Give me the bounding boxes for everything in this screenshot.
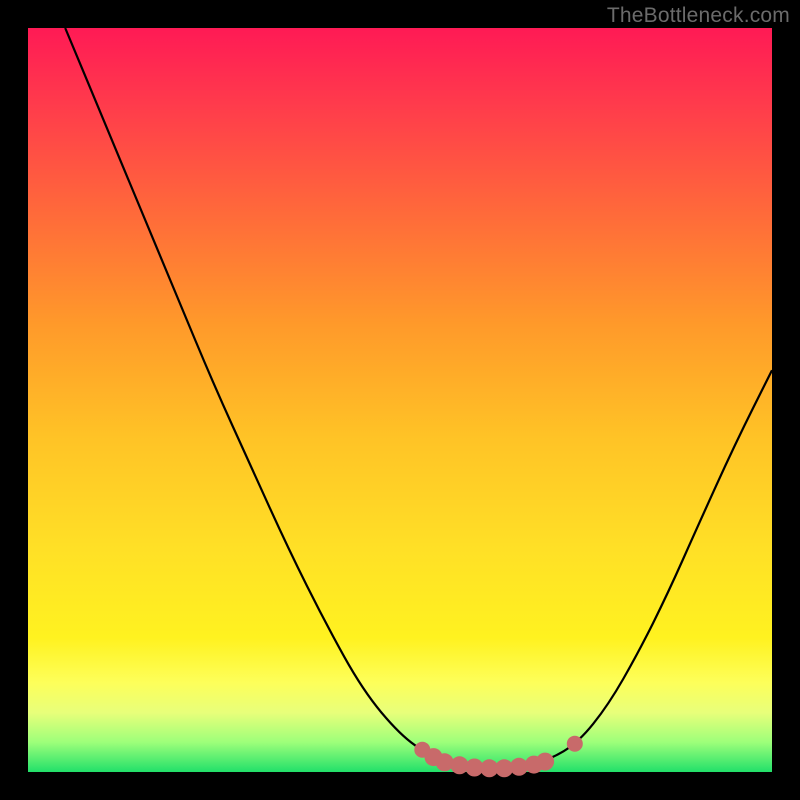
chart-stage: TheBottleneck.com — [0, 0, 800, 800]
curve-marker — [536, 753, 554, 771]
watermark-text: TheBottleneck.com — [607, 4, 790, 28]
chart-plot-area — [28, 28, 772, 772]
chart-svg — [28, 28, 772, 772]
curve-markers — [414, 736, 583, 778]
v-curve-line — [65, 28, 772, 768]
curve-marker — [436, 753, 454, 771]
curve-marker — [567, 736, 583, 752]
